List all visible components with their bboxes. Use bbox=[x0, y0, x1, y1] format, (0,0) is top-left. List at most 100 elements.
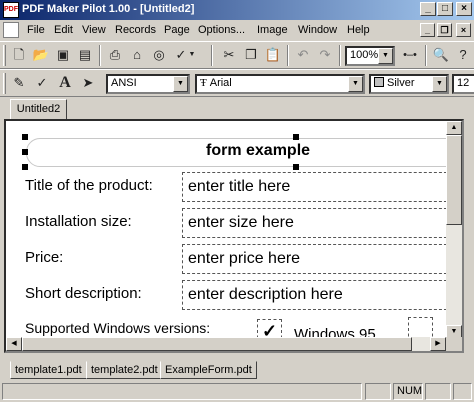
document-icon[interactable] bbox=[3, 22, 19, 38]
toolbar-separator bbox=[99, 45, 101, 66]
price-field[interactable]: enter price here bbox=[182, 244, 446, 274]
cut-icon[interactable]: ✂ bbox=[219, 45, 239, 65]
menu-page[interactable]: Page bbox=[164, 24, 190, 36]
redo-icon[interactable]: ↷ bbox=[315, 45, 335, 65]
menu-bar: File Edit View Records Page Options... I… bbox=[0, 21, 474, 40]
horizontal-scroll-thumb[interactable] bbox=[22, 337, 412, 351]
menu-window[interactable]: Window bbox=[298, 24, 337, 36]
standard-toolbar: 🗋 📂 ▣ ▤ ⎙ ⌂ ◎ ✓ ▼ ✂ ❐ 📋 ↶ ↷ 100% ▼ •–• 🔍… bbox=[0, 41, 474, 69]
save-all-icon[interactable]: ▤ bbox=[75, 45, 95, 65]
price-label: Price: bbox=[25, 249, 64, 266]
tab-template2[interactable]: template2.pdt bbox=[86, 361, 163, 379]
color-swatch bbox=[374, 77, 384, 87]
toolbar-separator bbox=[211, 45, 213, 66]
undo-icon[interactable]: ↶ bbox=[293, 45, 313, 65]
resize-handle[interactable] bbox=[22, 134, 28, 140]
format-toolbar: ✎ ✓ A ➤ ANSI ▼ Ŧ Arial ▼ Silver ▼ 12 bbox=[0, 69, 474, 97]
color-value: Silver bbox=[387, 77, 415, 89]
chevron-down-icon[interactable]: ▼ bbox=[173, 76, 188, 92]
paste-icon[interactable]: 📋 bbox=[263, 45, 283, 65]
status-message bbox=[2, 383, 362, 400]
chevron-down-icon[interactable]: ▼ bbox=[348, 76, 363, 92]
chevron-down-icon[interactable]: ▼ bbox=[187, 45, 197, 65]
color-select[interactable]: Silver ▼ bbox=[369, 74, 449, 94]
check-tool-icon[interactable]: ✓ bbox=[32, 73, 52, 93]
pointer-icon[interactable]: ➤ bbox=[78, 73, 98, 93]
new-icon[interactable]: 🗋 bbox=[9, 45, 29, 65]
menu-records[interactable]: Records bbox=[115, 24, 156, 36]
horizontal-scrollbar[interactable]: ◀ ▶ bbox=[6, 337, 446, 351]
maximize-button[interactable]: □ bbox=[437, 2, 453, 16]
template-tabs: template1.pdt template2.pdt ExampleForm.… bbox=[0, 358, 474, 380]
menu-file[interactable]: File bbox=[27, 24, 45, 36]
truetype-icon: Ŧ bbox=[200, 77, 207, 89]
document-tabs: Untitled2 bbox=[0, 98, 474, 120]
help-icon[interactable]: ? bbox=[453, 45, 473, 65]
chevron-down-icon[interactable]: ▼ bbox=[378, 48, 393, 64]
resize-handle[interactable] bbox=[293, 164, 299, 170]
status-panel bbox=[425, 383, 451, 400]
resize-handle[interactable] bbox=[22, 164, 28, 170]
toolbar-separator bbox=[339, 45, 341, 66]
menu-view[interactable]: View bbox=[82, 24, 106, 36]
size-grip[interactable] bbox=[453, 383, 472, 400]
scroll-up-icon[interactable]: ▲ bbox=[446, 121, 462, 135]
text-tool-icon[interactable]: A bbox=[55, 73, 75, 93]
tab-exampleform[interactable]: ExampleForm.pdt bbox=[160, 361, 257, 379]
status-bar: NUM bbox=[0, 380, 474, 402]
menu-image[interactable]: Image bbox=[257, 24, 288, 36]
vertical-scrollbar[interactable]: ▲ ▼ bbox=[446, 121, 462, 339]
print-icon[interactable]: ⎙ bbox=[105, 45, 125, 65]
tab-untitled2[interactable]: Untitled2 bbox=[10, 99, 67, 120]
app-icon: PDF bbox=[3, 2, 19, 18]
form-title[interactable]: form example bbox=[206, 142, 310, 160]
window-title: PDF Maker Pilot 1.00 - [Untitled2] bbox=[22, 3, 195, 15]
installation-size-label: Installation size: bbox=[25, 213, 132, 230]
product-title-field[interactable]: enter title here bbox=[182, 172, 446, 202]
close-button[interactable]: × bbox=[456, 2, 472, 16]
pencil-icon[interactable]: ✎ bbox=[9, 73, 29, 93]
installation-size-field[interactable]: enter size here bbox=[182, 208, 446, 238]
fit-width-icon[interactable]: •–• bbox=[399, 45, 421, 65]
resize-handle[interactable] bbox=[293, 134, 299, 140]
charset-select[interactable]: ANSI ▼ bbox=[106, 74, 190, 94]
minimize-button[interactable]: _ bbox=[420, 2, 436, 16]
print-preview-icon[interactable]: ⌂ bbox=[127, 45, 147, 65]
zoom-select[interactable]: 100% ▼ bbox=[345, 46, 395, 66]
scrollbar-corner bbox=[446, 337, 462, 351]
resize-handle[interactable] bbox=[22, 149, 28, 155]
menu-help[interactable]: Help bbox=[347, 24, 370, 36]
mdi-minimize-button[interactable]: _ bbox=[420, 23, 435, 37]
status-panel bbox=[365, 383, 391, 400]
scroll-left-icon[interactable]: ◀ bbox=[6, 337, 22, 351]
form-canvas[interactable]: form example Title of the product: enter… bbox=[6, 121, 446, 341]
save-icon[interactable]: ▣ bbox=[53, 45, 73, 65]
num-lock-indicator: NUM bbox=[393, 383, 423, 400]
document-frame: form example Title of the product: enter… bbox=[4, 119, 464, 353]
open-icon[interactable]: 📂 bbox=[31, 45, 51, 65]
toolbar-grip[interactable] bbox=[3, 45, 6, 66]
windows-versions-label: Supported Windows versions: bbox=[25, 320, 211, 336]
toolbar-separator bbox=[425, 45, 427, 66]
description-label: Short description: bbox=[25, 285, 142, 302]
search-icon[interactable]: 🔍 bbox=[431, 45, 451, 65]
chevron-down-icon[interactable]: ▼ bbox=[432, 76, 447, 92]
font-size-value: 12 bbox=[457, 77, 470, 89]
tab-template1[interactable]: template1.pdt bbox=[10, 361, 87, 379]
mdi-close-button[interactable]: × bbox=[456, 23, 471, 37]
description-field[interactable]: enter description here bbox=[182, 280, 446, 310]
font-size-select[interactable]: 12 bbox=[452, 74, 474, 94]
mdi-restore-button[interactable]: ❐ bbox=[437, 23, 452, 37]
scroll-right-icon[interactable]: ▶ bbox=[430, 337, 446, 351]
menu-options[interactable]: Options... bbox=[198, 24, 245, 36]
vertical-scroll-thumb[interactable] bbox=[446, 135, 462, 225]
font-select[interactable]: Ŧ Arial ▼ bbox=[195, 74, 365, 94]
font-value: Arial bbox=[209, 77, 232, 89]
copy-icon[interactable]: ❐ bbox=[241, 45, 261, 65]
product-title-label: Title of the product: bbox=[25, 177, 153, 194]
scan-icon[interactable]: ◎ bbox=[149, 45, 169, 65]
zoom-value: 100% bbox=[350, 49, 379, 61]
toolbar-grip[interactable] bbox=[3, 73, 6, 94]
title-bar: PDF PDF Maker Pilot 1.00 - [Untitled2] _… bbox=[0, 0, 474, 20]
menu-edit[interactable]: Edit bbox=[54, 24, 73, 36]
